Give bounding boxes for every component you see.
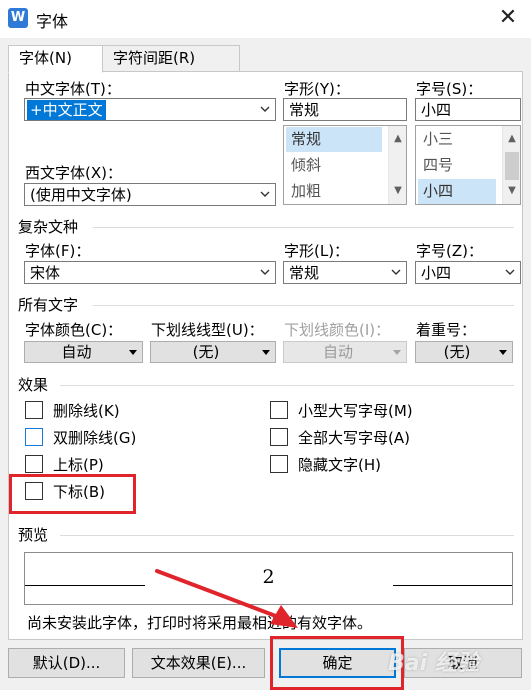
list-item[interactable]: 小三 — [418, 127, 496, 152]
window-title: 字体 — [36, 12, 69, 31]
chevron-down-icon[interactable] — [390, 266, 402, 278]
scroll-up-icon[interactable]: ▲ — [503, 130, 521, 148]
font-size-list[interactable]: 小三 四号 小四 ▲ ▼ — [415, 125, 521, 205]
subscript-label[interactable]: 下标(B) — [53, 481, 105, 502]
dropdown-arrow-icon — [262, 350, 270, 355]
section-divider — [60, 535, 514, 536]
font-size-label: 字号(S)： — [416, 80, 483, 98]
emphasis-mark-dropdown[interactable]: (无) — [415, 341, 513, 363]
complex-font-combo[interactable]: 宋体 — [24, 261, 276, 284]
western-font-label: 西文字体(X)： — [25, 164, 122, 182]
scroll-up-icon[interactable]: ▲ — [389, 130, 407, 148]
section-divider — [93, 227, 514, 228]
preview-heading: 预览 — [18, 526, 49, 544]
scroll-down-icon[interactable]: ▼ — [389, 182, 407, 200]
tab-font[interactable]: 字体(N) — [8, 45, 103, 73]
small-caps-label[interactable]: 小型大写字母(M) — [298, 400, 413, 421]
strikethrough-label[interactable]: 删除线(K) — [53, 400, 120, 421]
hidden-text-label[interactable]: 隐藏文字(H) — [298, 454, 381, 475]
complex-style-label: 字形(L)： — [284, 242, 350, 260]
font-color-label: 字体颜色(C)： — [25, 321, 123, 339]
emphasis-mark-label: 着重号： — [416, 321, 477, 339]
dropdown-arrow-icon — [129, 350, 137, 355]
chevron-down-icon[interactable] — [504, 266, 516, 278]
size-list-scrollbar[interactable]: ▲ ▼ — [502, 126, 520, 204]
title-bar — [0, 0, 531, 38]
western-font-combo[interactable]: (使用中文字体) — [24, 183, 276, 206]
chinese-font-value: +中文正文 — [27, 100, 106, 120]
complex-size-label: 字号(Z)： — [416, 242, 483, 260]
scrollbar-thumb[interactable] — [505, 152, 519, 180]
preview-box: 2 — [24, 552, 513, 605]
font-not-installed-note: 尚未安装此字体，打印时将采用最相近的有效字体。 — [27, 614, 373, 632]
underline-style-dropdown[interactable]: (无) — [150, 341, 276, 363]
western-font-value: (使用中文字体) — [30, 186, 132, 204]
superscript-checkbox[interactable] — [25, 455, 43, 473]
wps-writer-icon: W — [8, 8, 28, 28]
small-caps-checkbox[interactable] — [270, 401, 288, 419]
complex-font-value: 宋体 — [30, 264, 61, 282]
underline-color-dropdown: 自动 — [283, 341, 407, 363]
all-caps-checkbox[interactable] — [270, 428, 288, 446]
list-item[interactable]: 四号 — [418, 153, 496, 178]
font-style-value: 常规 — [289, 101, 320, 119]
baidu-watermark: Bai 经验 — [388, 651, 479, 676]
text-effects-button[interactable]: 文本效果(E)... — [132, 648, 265, 678]
list-item[interactable]: 小四 — [418, 179, 496, 204]
effects-heading: 效果 — [18, 376, 49, 394]
scroll-down-icon[interactable]: ▼ — [503, 182, 521, 200]
font-style-label: 字形(Y)： — [284, 80, 350, 98]
default-button[interactable]: 默认(D)... — [8, 648, 125, 678]
underline-style-label: 下划线线型(U)： — [151, 321, 264, 339]
font-size-value: 小四 — [421, 101, 452, 119]
chevron-down-icon[interactable] — [259, 188, 271, 200]
font-style-list[interactable]: 常规 倾斜 加粗 ▲ ▼ — [283, 125, 407, 205]
all-caps-label[interactable]: 全部大写字母(A) — [298, 427, 410, 448]
subscript-checkbox[interactable] — [25, 482, 43, 500]
strikethrough-checkbox[interactable] — [25, 401, 43, 419]
double-strikethrough-checkbox[interactable] — [25, 428, 43, 446]
section-divider — [93, 305, 514, 306]
complex-script-heading: 复杂文种 — [18, 218, 79, 236]
baseline-line-right — [393, 585, 512, 586]
double-strikethrough-label[interactable]: 双删除线(G) — [53, 427, 136, 448]
list-item[interactable]: 常规 — [286, 127, 382, 152]
dropdown-arrow-icon — [499, 350, 507, 355]
style-list-scrollbar[interactable]: ▲ ▼ — [388, 126, 406, 204]
superscript-label[interactable]: 上标(P) — [53, 454, 104, 475]
complex-size-value: 小四 — [421, 264, 452, 282]
font-color-dropdown[interactable]: 自动 — [24, 341, 143, 363]
chinese-font-combo[interactable]: +中文正文 — [24, 98, 276, 121]
all-text-heading: 所有文字 — [18, 296, 79, 314]
list-item[interactable]: 加粗 — [286, 179, 382, 204]
section-divider — [60, 385, 514, 386]
complex-style-combo[interactable]: 常规 — [283, 261, 407, 284]
list-item[interactable]: 倾斜 — [286, 153, 382, 178]
chevron-down-icon[interactable] — [259, 266, 271, 278]
chevron-down-icon[interactable] — [259, 103, 271, 115]
chinese-font-label: 中文字体(T)： — [25, 80, 121, 98]
ok-button[interactable]: 确定 — [279, 648, 396, 678]
underline-color-label: 下划线颜色(I)： — [284, 321, 391, 339]
tab-character-spacing[interactable]: 字符间距(R) — [102, 45, 240, 72]
complex-font-label: 字体(F)： — [25, 242, 91, 260]
font-size-input[interactable]: 小四 — [415, 98, 521, 121]
hidden-text-checkbox[interactable] — [270, 455, 288, 473]
dropdown-arrow-icon — [393, 350, 401, 355]
complex-style-value: 常规 — [289, 264, 320, 282]
close-icon[interactable]: ✕ — [494, 4, 522, 32]
font-style-input[interactable]: 常规 — [283, 98, 407, 121]
complex-size-combo[interactable]: 小四 — [415, 261, 521, 284]
